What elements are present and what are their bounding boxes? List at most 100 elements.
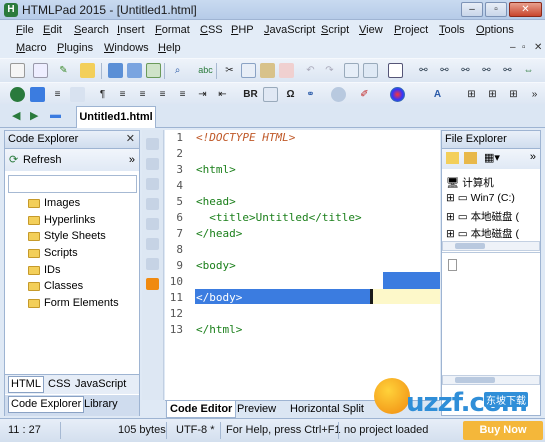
tab-css[interactable]: CSS xyxy=(48,378,71,390)
image-icon[interactable] xyxy=(263,87,278,102)
tree-item-scripts[interactable]: Scripts xyxy=(25,245,139,262)
open-folder-icon[interactable] xyxy=(80,63,95,78)
outdent-icon[interactable]: ⇤ xyxy=(215,87,230,102)
file-icon[interactable] xyxy=(448,259,457,271)
filter-input[interactable] xyxy=(8,175,137,193)
replace-icon[interactable]: ⚯ xyxy=(500,63,515,78)
spell-check-icon[interactable]: abc xyxy=(198,63,213,78)
local-disk-node[interactable]: ⊞ ▭ 本地磁盘 ( xyxy=(446,209,519,224)
mdi-close-button[interactable]: ✕ xyxy=(534,42,542,53)
layout-icon[interactable] xyxy=(363,63,378,78)
view-mode-icon[interactable] xyxy=(388,63,403,78)
tree-item-hyperlinks[interactable]: Hyperlinks xyxy=(25,212,139,229)
encoding[interactable]: UTF-8 * xyxy=(176,424,215,436)
color-picker-icon[interactable] xyxy=(390,87,405,102)
binoculars-icon[interactable]: ⚯ xyxy=(416,63,431,78)
unfold-icon[interactable] xyxy=(146,158,159,170)
tab-list-icon[interactable]: ▬ xyxy=(50,109,61,121)
close-button[interactable]: ✕ xyxy=(509,2,542,17)
menu-insert[interactable]: Insert xyxy=(117,24,145,36)
menu-project[interactable]: Project xyxy=(394,24,428,36)
clean-icon[interactable]: ✐ xyxy=(357,87,372,102)
new-template-icon[interactable] xyxy=(33,63,48,78)
code-editor[interactable]: 1 2 3 4 5 6 7 8 9 10 11 12 13 <!DOCTYPE … xyxy=(165,130,440,400)
justify-icon[interactable]: ≡ xyxy=(175,87,190,102)
tree-item-style-sheets[interactable]: Style Sheets xyxy=(25,228,139,245)
line-break-button[interactable]: BR xyxy=(243,87,258,102)
copy-icon[interactable] xyxy=(241,63,256,78)
bold-icon[interactable]: ⊞ xyxy=(464,87,479,102)
align-right-icon[interactable]: ≡ xyxy=(155,87,170,102)
redo-icon[interactable]: ↷ xyxy=(322,63,337,78)
tree-item-ids[interactable]: IDs xyxy=(25,262,139,279)
tab-untitled1[interactable]: Untitled1.html xyxy=(76,106,156,128)
tab-code-editor[interactable]: Code Editor xyxy=(166,401,237,418)
computer-node[interactable]: 🖥 计算机 xyxy=(446,175,494,190)
menu-help[interactable]: Help xyxy=(158,42,181,54)
list-icon[interactable]: ≡ xyxy=(50,87,65,102)
tree-item-form-elements[interactable]: Form Elements xyxy=(25,295,139,312)
new-file-icon[interactable] xyxy=(10,63,25,78)
tree-item-classes[interactable]: Classes xyxy=(25,278,139,295)
menu-css[interactable]: CSS xyxy=(200,24,223,36)
menu-file[interactable]: File xyxy=(16,24,34,36)
mdi-restore-button[interactable]: ▫ xyxy=(522,42,526,53)
back-arrow-icon[interactable]: ◀ xyxy=(12,109,20,122)
menu-view[interactable]: View xyxy=(359,24,383,36)
indent-block-icon[interactable] xyxy=(146,238,159,250)
paste-special-icon[interactable] xyxy=(279,63,294,78)
fold-icon[interactable] xyxy=(146,138,159,150)
maximize-button[interactable]: ▫ xyxy=(485,2,507,17)
preview-toggle-icon[interactable]: ⇔ xyxy=(521,63,536,78)
close-icon[interactable]: ✕ xyxy=(126,131,135,148)
menu-javascript[interactable]: JavaScript xyxy=(264,24,315,36)
menu-options[interactable]: Options xyxy=(476,24,514,36)
overflow-icon[interactable]: » xyxy=(527,87,542,102)
tab-library[interactable]: Library xyxy=(84,398,118,410)
up-folder-icon[interactable] xyxy=(446,152,459,164)
horizontal-scrollbar[interactable] xyxy=(442,241,540,251)
table-icon[interactable] xyxy=(70,87,85,102)
find-icon[interactable]: ⌕ xyxy=(170,63,185,78)
tab-preview[interactable]: Preview xyxy=(237,403,276,415)
menu-format[interactable]: Format xyxy=(155,24,190,36)
menu-edit[interactable]: Edit xyxy=(43,24,62,36)
save-as-icon[interactable] xyxy=(146,63,161,78)
overflow-icon[interactable]: » xyxy=(530,151,536,163)
menu-windows[interactable]: Windows xyxy=(104,42,149,54)
more-tools-icon[interactable]: ⊞ xyxy=(485,87,500,102)
menu-macro[interactable]: Macro xyxy=(16,42,47,54)
tab-horizontal-split[interactable]: Horizontal Split xyxy=(290,403,364,415)
tab-html[interactable]: HTML xyxy=(8,376,44,393)
menu-php[interactable]: PHP xyxy=(231,24,254,36)
edit-icon[interactable]: ✎ xyxy=(56,63,71,78)
layer-icon[interactable] xyxy=(30,87,45,102)
font-icon[interactable]: A xyxy=(430,87,445,102)
new-folder-icon[interactable] xyxy=(464,152,477,164)
indent-icon[interactable]: ⇥ xyxy=(195,87,210,102)
tree-item-images[interactable]: Images xyxy=(25,195,139,212)
special-char-icon[interactable]: Ω xyxy=(283,87,298,102)
cut-icon[interactable]: ✂ xyxy=(222,63,237,78)
paragraph-icon[interactable]: ¶ xyxy=(95,87,110,102)
bookmark-icon[interactable] xyxy=(146,178,159,190)
align-left-icon[interactable]: ≡ xyxy=(115,87,130,102)
uncomment-icon[interactable] xyxy=(146,218,159,230)
save-all-icon[interactable] xyxy=(127,63,142,78)
forward-arrow-icon[interactable]: ▶ xyxy=(30,109,38,122)
tab-javascript[interactable]: JavaScript xyxy=(75,378,126,390)
comment-icon[interactable] xyxy=(146,198,159,210)
menu-search[interactable]: Search xyxy=(74,24,109,36)
menu-plugins[interactable]: Plugins xyxy=(57,42,93,54)
toggle-panel-icon[interactable] xyxy=(344,63,359,78)
highlight-icon[interactable] xyxy=(146,278,159,290)
link-icon[interactable]: ⚭ xyxy=(303,87,318,102)
format-block-icon[interactable] xyxy=(146,258,159,270)
find-all-icon[interactable]: ⚯ xyxy=(479,63,494,78)
refresh-button[interactable]: ⟳ Refresh » xyxy=(5,149,139,171)
sidebar-toggle-icon[interactable]: ⊞ xyxy=(506,87,521,102)
find-previous-icon[interactable]: ⚯ xyxy=(458,63,473,78)
globe-icon[interactable] xyxy=(10,87,25,102)
drive-c-node[interactable]: ⊞ ▭ Win7 (C:) xyxy=(446,192,515,204)
minimize-button[interactable]: – xyxy=(461,2,483,17)
